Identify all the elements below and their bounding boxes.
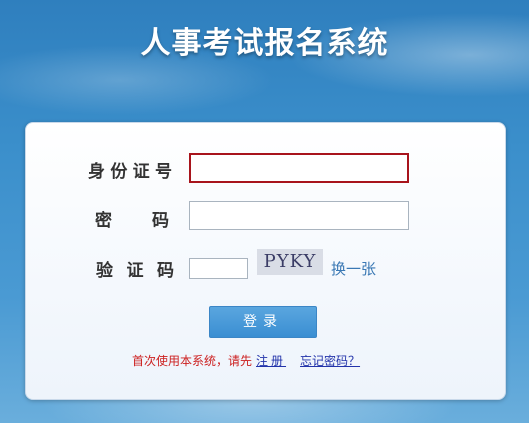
password-label: 密 码 [95, 211, 169, 231]
login-page: 人事考试报名系统 身份证号 密 码 验证码 PYKY 换一张 登录 首次使用本系… [0, 0, 529, 423]
captcha-image[interactable]: PYKY [257, 249, 323, 275]
refresh-captcha-link[interactable]: 换一张 [331, 258, 376, 279]
footer-prompt-text: 首次使用本系统，请先 [132, 354, 253, 368]
forgot-password-link[interactable]: 忘记密码？ [300, 354, 360, 368]
captcha-input[interactable] [189, 258, 248, 279]
password-input[interactable] [189, 201, 409, 230]
captcha-label: 验证码 [96, 261, 174, 281]
id-number-input[interactable] [189, 153, 409, 183]
register-link[interactable]: 注册 [256, 354, 286, 368]
id-number-label: 身份证号 [88, 162, 172, 182]
page-title: 人事考试报名系统 [140, 26, 389, 61]
login-button[interactable]: 登录 [209, 306, 317, 338]
footer-prompt: 首次使用本系统，请先 注册 忘记密码？ [132, 352, 360, 369]
